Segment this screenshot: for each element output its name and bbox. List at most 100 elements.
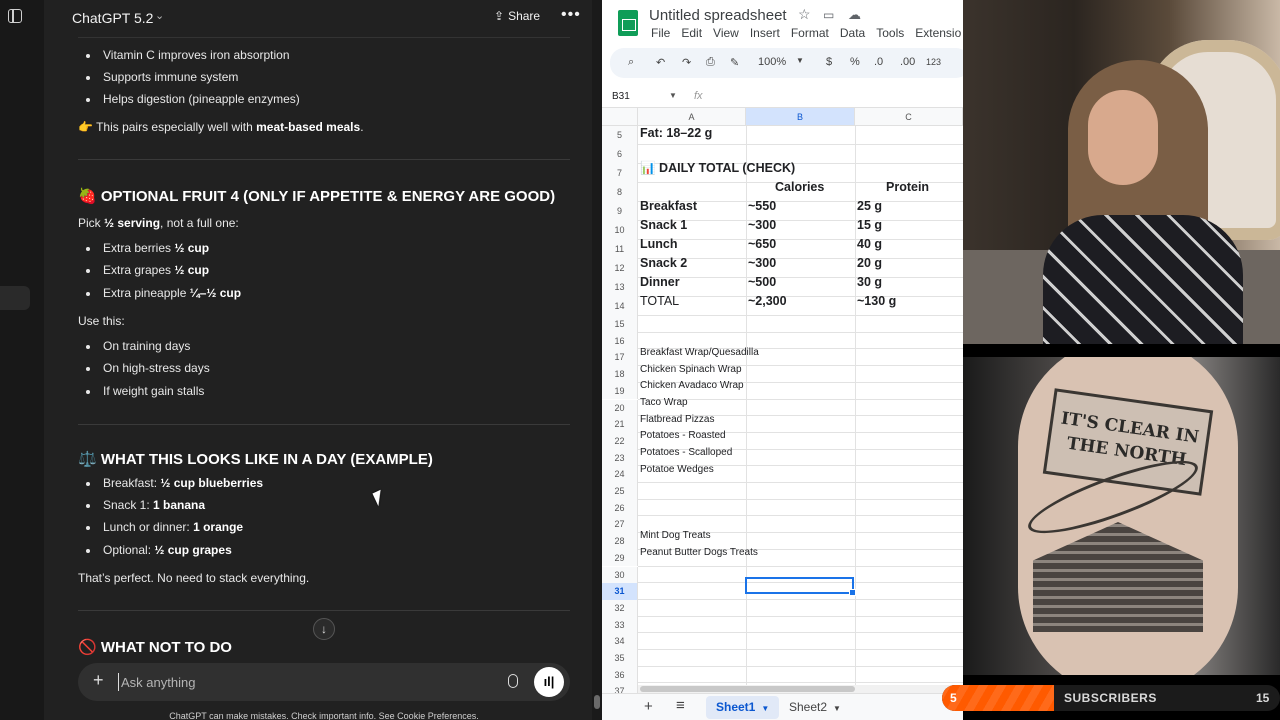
zoom-select[interactable]: 100% bbox=[758, 56, 786, 68]
cell-treat[interactable]: Mint Dog Treats bbox=[640, 530, 711, 541]
cell-meal-calories[interactable]: ~650 bbox=[748, 237, 776, 251]
row-header[interactable]: 35 bbox=[602, 650, 638, 667]
menu-file[interactable]: File bbox=[651, 26, 670, 40]
row-header[interactable]: 24 bbox=[602, 466, 638, 483]
row-header[interactable]: 20 bbox=[602, 399, 638, 417]
chat-scrollbar[interactable] bbox=[592, 0, 602, 720]
cell-recipe[interactable]: Taco Wrap bbox=[640, 397, 688, 408]
row-header[interactable]: 9 bbox=[602, 202, 638, 221]
cell-meal-calories[interactable]: ~300 bbox=[748, 256, 776, 270]
cell-total-label[interactable]: TOTAL bbox=[640, 294, 679, 308]
name-box[interactable]: B31 bbox=[612, 91, 630, 102]
row-header[interactable]: 5 bbox=[602, 126, 638, 145]
chevron-down-icon[interactable]: ▼ bbox=[796, 56, 804, 65]
row-header[interactable]: 23 bbox=[602, 449, 638, 467]
cell-meal-protein[interactable]: 40 g bbox=[857, 237, 882, 251]
document-title[interactable]: Untitled spreadsheet bbox=[649, 7, 787, 24]
plus-icon[interactable]: + bbox=[93, 670, 104, 691]
row-header[interactable]: 22 bbox=[602, 432, 638, 450]
cell-meal-name[interactable]: Snack 1 bbox=[640, 218, 687, 232]
row-header[interactable]: 32 bbox=[602, 599, 638, 617]
cell-meal-name[interactable]: Breakfast bbox=[640, 199, 697, 213]
scrollbar-thumb[interactable] bbox=[594, 695, 600, 709]
row-header[interactable]: 10 bbox=[602, 221, 638, 240]
print-icon[interactable]: ⎙ bbox=[706, 56, 715, 69]
cell-recipe[interactable]: Potatoes - Scalloped bbox=[640, 447, 732, 458]
row-header[interactable]: 11 bbox=[602, 240, 638, 259]
row-header[interactable]: 27 bbox=[602, 516, 638, 534]
column-header-a[interactable]: A bbox=[638, 108, 746, 126]
redo-icon[interactable]: ↷ bbox=[682, 56, 691, 69]
more-options-icon[interactable]: ••• bbox=[561, 6, 581, 24]
percent-format-button[interactable]: % bbox=[850, 56, 860, 68]
number-format-button[interactable]: 123 bbox=[926, 57, 941, 67]
menu-view[interactable]: View bbox=[713, 26, 739, 40]
cell-meal-protein[interactable]: 15 g bbox=[857, 218, 882, 232]
cell-treat[interactable]: Peanut Butter Dogs Treats bbox=[640, 547, 758, 558]
tab-sheet2[interactable]: Sheet2 ▼ bbox=[779, 696, 851, 719]
row-header[interactable]: 30 bbox=[602, 566, 638, 584]
row-header[interactable]: 14 bbox=[602, 297, 638, 316]
row-header[interactable]: 19 bbox=[602, 382, 638, 400]
cell-meal-name[interactable]: Dinner bbox=[640, 275, 680, 289]
cell-b8[interactable]: Calories bbox=[775, 180, 824, 194]
row-header[interactable]: 28 bbox=[602, 533, 638, 550]
row-header[interactable]: 18 bbox=[602, 366, 638, 383]
cloud-icon[interactable]: ☁ bbox=[848, 7, 861, 23]
row-header[interactable]: 21 bbox=[602, 416, 638, 433]
cell-meal-protein[interactable]: 20 g bbox=[857, 256, 882, 270]
cell-c8[interactable]: Protein bbox=[886, 180, 929, 194]
cell-total-protein[interactable]: ~130 g bbox=[857, 294, 896, 308]
share-button[interactable]: ⇪ Share bbox=[494, 9, 540, 23]
row-header[interactable]: 16 bbox=[602, 332, 638, 350]
row-header[interactable]: 31 bbox=[602, 583, 638, 600]
cell-recipe[interactable]: Chicken Avadaco Wrap bbox=[640, 380, 744, 391]
chevron-down-icon[interactable]: ▼ bbox=[669, 91, 677, 100]
row-header[interactable]: 8 bbox=[602, 183, 638, 202]
row-header[interactable]: 34 bbox=[602, 633, 638, 650]
model-selector[interactable]: ChatGPT 5.2 bbox=[72, 10, 153, 26]
cell-recipe[interactable]: Flatbread Pizzas bbox=[640, 414, 714, 425]
cell-meal-name[interactable]: Lunch bbox=[640, 237, 678, 251]
menu-insert[interactable]: Insert bbox=[750, 26, 780, 40]
menu-edit[interactable]: Edit bbox=[681, 26, 702, 40]
increase-decimal-button[interactable]: .00 bbox=[900, 56, 915, 68]
cell-meal-name[interactable]: Snack 2 bbox=[640, 256, 687, 270]
search-icon[interactable]: ⌕ bbox=[628, 56, 634, 69]
row-header[interactable]: 36 bbox=[602, 666, 638, 684]
cell-meal-protein[interactable]: 25 g bbox=[857, 199, 882, 213]
selected-cell-b31[interactable] bbox=[745, 577, 856, 596]
scrollbar-thumb[interactable] bbox=[640, 686, 855, 692]
menu-format[interactable]: Format bbox=[791, 26, 829, 40]
sheets-logo-icon[interactable] bbox=[618, 10, 638, 36]
menu-extensions[interactable]: Extensio bbox=[915, 26, 961, 40]
cell-recipe[interactable]: Breakfast Wrap/Quesadilla bbox=[640, 347, 759, 358]
undo-icon[interactable]: ↶ bbox=[656, 56, 665, 69]
cell-a7[interactable]: 📊 DAILY TOTAL (CHECK) bbox=[640, 161, 795, 176]
row-header[interactable]: 13 bbox=[602, 278, 638, 297]
sidebar-selected-item[interactable] bbox=[0, 286, 30, 310]
row-header[interactable]: 33 bbox=[602, 616, 638, 634]
sidebar-toggle-icon[interactable] bbox=[8, 9, 22, 23]
menu-tools[interactable]: Tools bbox=[876, 26, 904, 40]
cell-recipe[interactable]: Chicken Spinach Wrap bbox=[640, 364, 742, 375]
cell-meal-protein[interactable]: 30 g bbox=[857, 275, 882, 289]
paint-format-icon[interactable]: ✎ bbox=[730, 56, 739, 69]
select-all-corner[interactable] bbox=[602, 108, 638, 126]
horizontal-scrollbar[interactable] bbox=[638, 685, 963, 693]
chevron-down-icon[interactable]: ⌄ bbox=[155, 9, 164, 22]
cell-recipe[interactable]: Potatoe Wedges bbox=[640, 464, 714, 475]
microphone-icon[interactable] bbox=[508, 674, 518, 688]
row-header[interactable]: 7 bbox=[602, 164, 638, 183]
voice-mode-button[interactable]: ıl| bbox=[534, 667, 564, 697]
tab-sheet1[interactable]: Sheet1 ▼ bbox=[706, 696, 780, 719]
star-icon[interactable]: ☆ bbox=[798, 6, 811, 23]
column-header-c[interactable]: C bbox=[855, 108, 963, 126]
row-header[interactable]: 25 bbox=[602, 483, 638, 500]
row-header[interactable]: 26 bbox=[602, 499, 638, 517]
row-header[interactable]: 17 bbox=[602, 349, 638, 367]
prompt-input[interactable] bbox=[118, 673, 468, 691]
currency-format-button[interactable]: $ bbox=[826, 56, 832, 68]
row-header[interactable]: 6 bbox=[602, 145, 638, 164]
menu-data[interactable]: Data bbox=[840, 26, 865, 40]
